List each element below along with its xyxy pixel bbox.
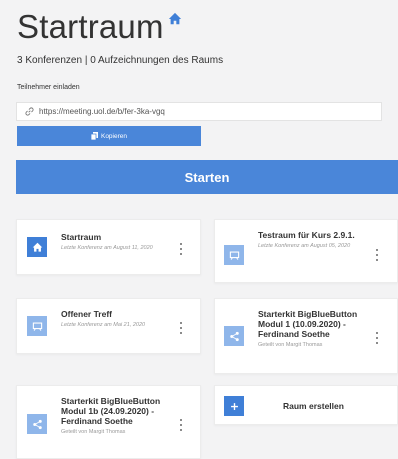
home-icon (168, 12, 181, 25)
room-name: Starterkit BigBlueButton Modul 1 (10.09.… (258, 309, 358, 339)
copy-icon (90, 132, 98, 140)
chalkboard-icon (32, 322, 42, 331)
room-card-starterkit-modul-1[interactable]: Starterkit BigBlueButton Modul 1 (10.09.… (214, 298, 398, 374)
invite-url-field[interactable]: https://meeting.uol.de/b/fer-3ka-vgq (16, 102, 382, 121)
room-last-session: Letzte Konferenz am August 11, 2020 (61, 245, 153, 251)
room-name: Startraum (61, 232, 102, 242)
add-icon-badge (224, 396, 244, 416)
room-card-offener-treff[interactable]: Offener Treff Letzte Konferenz am Mai 21… (16, 298, 201, 354)
room-options-icon[interactable] (178, 243, 184, 255)
room-last-session: Letzte Konferenz am August 05, 2020 (258, 243, 351, 249)
copy-button[interactable]: Kopieren (17, 126, 201, 146)
room-options-icon[interactable] (178, 322, 184, 334)
room-name: Starterkit BigBlueButton Modul 1b (24.09… (61, 396, 161, 426)
room-card-testraum[interactable]: Testraum für Kurs 2.9.1. Letzte Konferen… (214, 219, 398, 283)
room-icon-badge (27, 237, 47, 257)
copy-label: Kopieren (100, 132, 128, 140)
page-title: Startraum (17, 8, 164, 45)
invite-url-text: https://meeting.uol.de/b/fer-3ka-vgq (39, 107, 165, 116)
create-room-label: Raum erstellen (283, 401, 344, 411)
room-last-session: Letzte Konferenz am Mai 21, 2020 (61, 322, 146, 328)
chalkboard-icon (229, 251, 239, 260)
room-name: Testraum für Kurs 2.9.1. (258, 230, 355, 240)
link-icon (25, 107, 34, 116)
room-stats: 3 Konferenzen | 0 Aufzeichnungen des Rau… (17, 55, 224, 66)
room-icon-badge (224, 245, 244, 265)
invite-label: Teilnehmer einladen (17, 84, 80, 91)
room-options-icon[interactable] (374, 249, 380, 261)
room-options-icon[interactable] (178, 419, 184, 431)
home-icon (32, 242, 42, 252)
room-name: Offener Treff (61, 309, 113, 319)
room-icon-badge (27, 316, 47, 336)
share-icon (32, 419, 42, 429)
room-options-icon[interactable] (374, 332, 380, 344)
room-shared-by: Geteilt von Margit Thomas (61, 429, 126, 435)
plus-icon (230, 402, 238, 410)
room-title-row: Startraum (17, 6, 182, 48)
room-card-starterkit-modul-1b[interactable]: Starterkit BigBlueButton Modul 1b (24.09… (16, 385, 201, 459)
share-icon (229, 331, 239, 341)
room-icon-badge (27, 414, 47, 434)
start-button[interactable]: Starten (16, 160, 398, 194)
create-room-card[interactable]: Raum erstellen (214, 385, 398, 425)
room-shared-by: Geteilt von Margit Thomas (258, 342, 323, 348)
room-icon-badge (224, 326, 244, 346)
room-card-startraum[interactable]: Startraum Letzte Konferenz am August 11,… (16, 219, 201, 275)
